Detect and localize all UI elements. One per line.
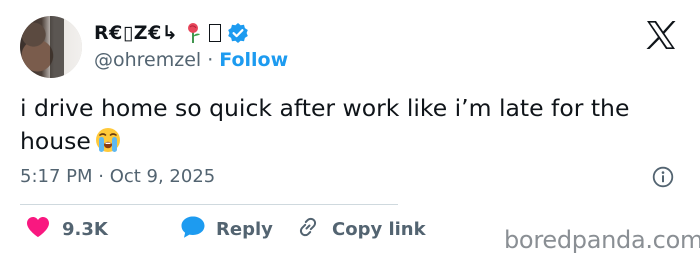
reply-label: Reply (216, 218, 273, 240)
x-logo[interactable] (646, 21, 676, 49)
link-icon (296, 215, 320, 243)
tweet-text: i drive home so quick after work like i’… (20, 92, 660, 158)
loudly-crying-face-icon (94, 126, 122, 154)
reply-button[interactable]: Reply (180, 215, 273, 243)
heart-icon (26, 216, 50, 242)
verified-badge-icon (227, 22, 249, 44)
watermark: boredpanda.com (504, 226, 700, 254)
like-button[interactable]: 9.3K (26, 216, 180, 242)
separator-dot: · (207, 49, 214, 71)
follow-button[interactable]: Follow (219, 49, 288, 71)
box-glyph (209, 24, 222, 42)
info-icon[interactable] (652, 166, 674, 188)
reply-bubble-icon (180, 215, 206, 243)
avatar-shadow (50, 16, 64, 78)
tweet-timestamp[interactable]: 5:17 PM · Oct 9, 2025 (20, 166, 215, 187)
divider (20, 204, 398, 205)
action-bar: 9.3K Reply Copy link (26, 215, 426, 243)
author-display-name[interactable]: R€▯Z€↳ (94, 22, 178, 44)
author-handle[interactable]: @ohremzel (94, 49, 201, 71)
avatar[interactable] (20, 16, 82, 78)
copy-link-button[interactable]: Copy link (296, 215, 426, 243)
author-handle-row: @ohremzel · Follow (94, 48, 288, 72)
author-name-row: R€▯Z€↳ (94, 20, 249, 46)
rose-icon (184, 22, 202, 44)
like-count: 9.3K (62, 218, 108, 240)
copy-link-label: Copy link (332, 218, 426, 240)
